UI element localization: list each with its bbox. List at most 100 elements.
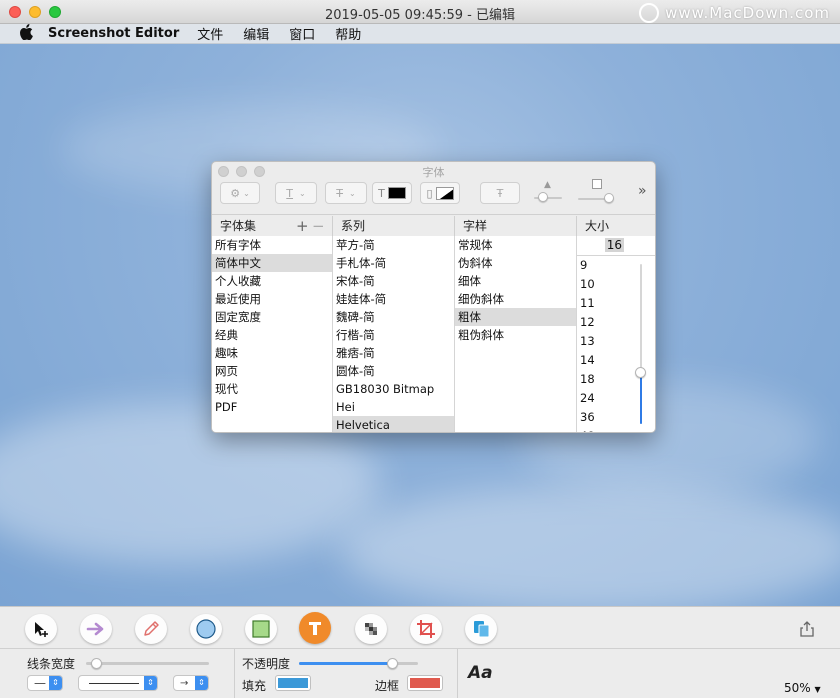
text-icon	[309, 622, 321, 635]
collection-item[interactable]: PDF	[212, 398, 332, 416]
watermark: www.MacDown.com	[639, 3, 830, 23]
font-button[interactable]: Aa	[468, 663, 493, 683]
typeface-item[interactable]: 伪斜体	[455, 254, 576, 272]
family-item[interactable]: 雅痞-简	[333, 344, 454, 362]
line-width-knob[interactable]	[90, 658, 102, 669]
text-color-icon: T	[378, 186, 385, 200]
remove-collection-button[interactable]: −	[312, 216, 325, 236]
typeface-item[interactable]: 粗体	[455, 308, 576, 326]
size-column: 16 9101112131418243648	[577, 236, 655, 432]
family-item[interactable]: 苹方-简	[333, 236, 454, 254]
size-item[interactable]: 24	[577, 389, 655, 408]
menu-edit[interactable]: 编辑	[243, 24, 269, 43]
text-shadow-button[interactable]: Ŧ	[480, 182, 520, 204]
line-style-popup[interactable]: — ⇕	[27, 675, 63, 691]
line-width-label: 线条宽度	[27, 657, 76, 671]
more-options-button[interactable]: »	[638, 183, 647, 199]
share-button[interactable]	[800, 621, 814, 640]
dash-style-popup[interactable]: ⇕	[78, 675, 158, 691]
family-item[interactable]: 宋体-简	[333, 272, 454, 290]
size-slider-knob[interactable]	[635, 366, 646, 378]
crop-icon	[417, 620, 435, 638]
family-item[interactable]: Helvetica	[333, 416, 454, 432]
collection-item[interactable]: 最近使用	[212, 290, 332, 308]
select-tool-button[interactable]	[25, 614, 57, 644]
shadow-t-icon: Ŧ	[496, 186, 504, 200]
collection-item[interactable]: 个人收藏	[212, 272, 332, 290]
family-item[interactable]: 行楷-简	[333, 326, 454, 344]
collection-item[interactable]: 所有字体	[212, 236, 332, 254]
underline-menu[interactable]: T ⌄	[275, 182, 317, 204]
collections-list: 所有字体 简体中文 个人收藏 最近使用 固定宽度 经典 趣味 网页 现代 PDF	[212, 236, 333, 432]
family-item[interactable]: Hei	[333, 398, 454, 416]
menu-file[interactable]: 文件	[197, 24, 223, 43]
collection-item[interactable]: 趣味	[212, 344, 332, 362]
apple-menu-icon[interactable]	[20, 23, 34, 44]
fill-color-well[interactable]	[275, 675, 311, 691]
pencil-icon	[144, 621, 159, 636]
opacity-slider-fill	[299, 662, 392, 665]
family-item[interactable]: GB18030 Bitmap	[333, 380, 454, 398]
circle-icon	[196, 619, 216, 639]
gear-icon: ⚙	[230, 186, 241, 200]
size-list: 9101112131418243648	[577, 256, 655, 432]
copy-tool-button[interactable]	[465, 614, 497, 644]
menu-window[interactable]: 窗口	[289, 24, 315, 43]
fill-label: 填充	[242, 679, 267, 693]
popup-arrows-icon: ⇕	[144, 676, 157, 690]
collection-item[interactable]: 现代	[212, 380, 332, 398]
family-item[interactable]: 圆体-简	[333, 362, 454, 380]
arrow-tool-button[interactable]	[80, 614, 112, 644]
opacity-knob[interactable]	[386, 658, 398, 669]
typeface-item[interactable]: 细体	[455, 272, 576, 290]
pencil-tool-button[interactable]	[135, 614, 167, 644]
family-list: 苹方-简 手札体-简 宋体-简 娃娃体-简 魏碑-简 行楷-简 雅痞-简 圆体-简 GB1803…	[333, 236, 455, 432]
shadow-opacity-icon: ▲	[544, 180, 551, 190]
rectangle-tool-button[interactable]	[245, 614, 277, 644]
shadow-blur-knob[interactable]	[604, 193, 614, 203]
font-actions-menu[interactable]: ⚙ ⌄	[220, 182, 260, 204]
tool-bar	[0, 606, 840, 648]
popup-arrows-icon: ⇕	[49, 676, 62, 690]
size-item[interactable]: 13	[577, 332, 655, 351]
ellipse-tool-button[interactable]	[190, 614, 222, 644]
arrow-style-popup[interactable]: → ⇕	[173, 675, 209, 691]
collection-item[interactable]: 网页	[212, 362, 332, 380]
typeface-item[interactable]: 常规体	[455, 236, 576, 254]
shadow-opacity-knob[interactable]	[538, 192, 548, 202]
size-item[interactable]: 36	[577, 408, 655, 427]
collection-item[interactable]: 经典	[212, 326, 332, 344]
line-width-slider[interactable]	[86, 662, 209, 665]
text-tool-button[interactable]	[299, 612, 331, 644]
strikethrough-menu[interactable]: T ⌄	[325, 182, 367, 204]
family-item[interactable]: 魏碑-简	[333, 308, 454, 326]
pixelate-tool-button[interactable]	[355, 614, 387, 644]
size-item[interactable]: 12	[577, 313, 655, 332]
family-item[interactable]: 手札体-简	[333, 254, 454, 272]
app-menu[interactable]: Screenshot Editor	[48, 26, 179, 41]
family-item[interactable]: 娃娃体-简	[333, 290, 454, 308]
collection-item[interactable]: 简体中文	[212, 254, 332, 272]
typeface-header: 字样	[455, 216, 577, 236]
typeface-list: 常规体 伪斜体 细体 细伪斜体 粗体 粗伪斜体	[455, 236, 577, 432]
text-color-button[interactable]: T	[372, 182, 412, 204]
menu-help[interactable]: 帮助	[335, 24, 361, 43]
size-item[interactable]: 14	[577, 351, 655, 370]
border-color-well[interactable]	[407, 675, 443, 691]
crop-tool-button[interactable]	[410, 614, 442, 644]
pixelate-icon	[365, 623, 377, 635]
typeface-item[interactable]: 粗伪斜体	[455, 326, 576, 344]
zoom-menu[interactable]: 50% ▼	[784, 681, 821, 695]
arrow-icon	[86, 622, 104, 636]
size-item[interactable]: 9	[577, 256, 655, 275]
strikethrough-t-icon: T	[336, 186, 344, 200]
size-item[interactable]: 10	[577, 275, 655, 294]
size-input[interactable]: 16	[604, 238, 624, 252]
document-color-button[interactable]: ▯	[420, 182, 460, 204]
collections-header: 字体集 + −	[212, 216, 333, 236]
typeface-item[interactable]: 细伪斜体	[455, 290, 576, 308]
collection-item[interactable]: 固定宽度	[212, 308, 332, 326]
size-item[interactable]: 11	[577, 294, 655, 313]
add-collection-button[interactable]: +	[296, 216, 309, 236]
size-item[interactable]: 48	[577, 427, 655, 432]
